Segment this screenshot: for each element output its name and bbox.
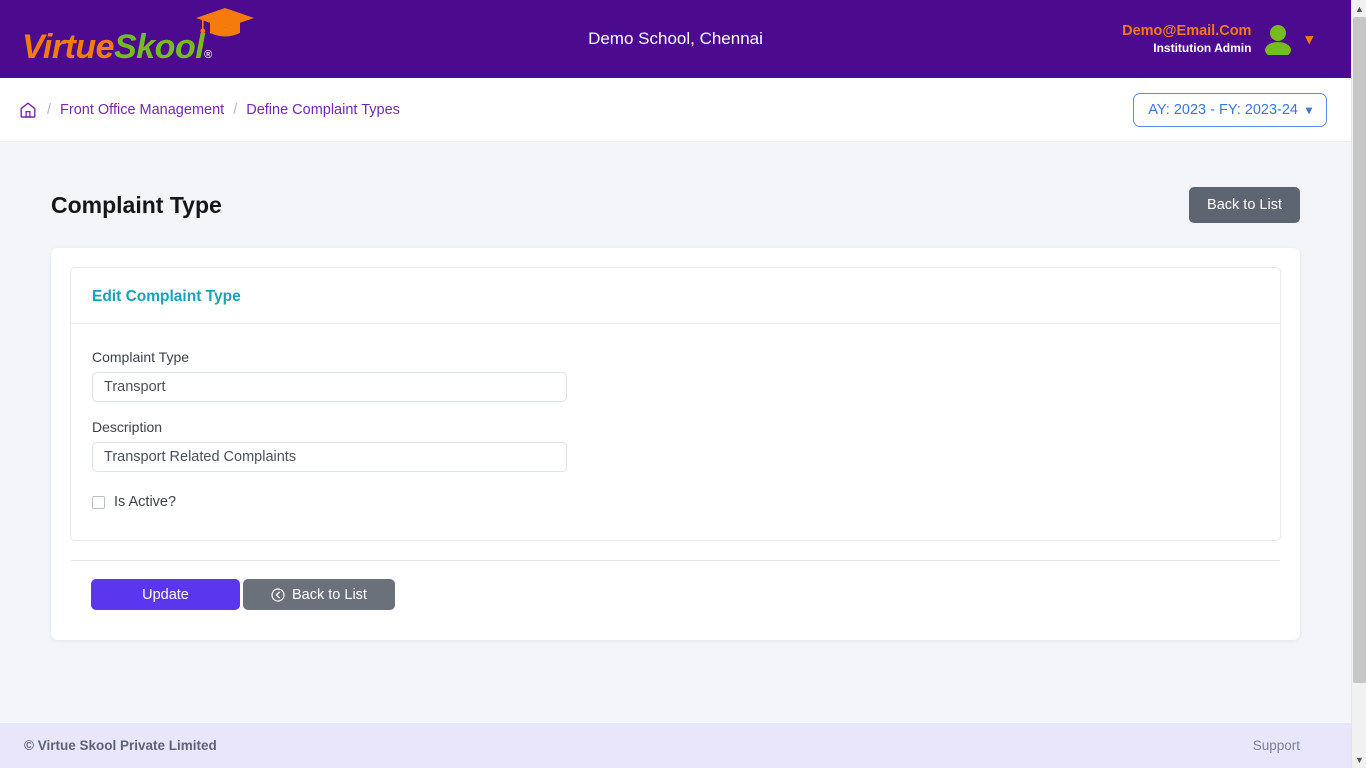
edit-complaint-type-panel: Edit Complaint Type Complaint Type Descr… — [70, 267, 1281, 541]
back-circle-arrow-icon — [271, 587, 285, 602]
is-active-label: Is Active? — [114, 494, 177, 510]
logo-text-virtue: Virtue — [22, 28, 115, 66]
breadcrumb-bar: / Front Office Management / Define Compl… — [0, 78, 1351, 142]
user-menu[interactable]: Demo@Email.Com Institution Admin ▾ — [1122, 0, 1313, 78]
user-meta: Demo@Email.Com Institution Admin — [1122, 22, 1251, 55]
back-to-list-button-top[interactable]: Back to List — [1189, 187, 1300, 223]
chevron-down-icon[interactable]: ▾ — [1305, 32, 1313, 47]
scrollbar-thumb[interactable] — [1353, 17, 1366, 683]
app-header: VirtueSkool® Demo School, Chennai Demo@E… — [0, 0, 1351, 78]
app-footer: © Virtue Skool Private Limited Support — [0, 723, 1351, 768]
page-scrollbar[interactable]: ▲ ▼ — [1351, 0, 1366, 768]
back-to-list-button-bottom[interactable]: Back to List — [243, 579, 395, 610]
app-logo[interactable]: VirtueSkool® — [22, 8, 254, 66]
panel-header: Edit Complaint Type — [71, 268, 1280, 324]
description-input[interactable] — [92, 442, 567, 472]
complaint-type-label: Complaint Type — [92, 349, 190, 365]
home-icon[interactable] — [18, 100, 38, 120]
browser-viewport: VirtueSkool® Demo School, Chennai Demo@E… — [0, 0, 1366, 768]
field-complaint-type: Complaint Type — [92, 349, 1259, 402]
panel-title: Edit Complaint Type — [92, 288, 241, 305]
breadcrumb-separator-1: / — [47, 101, 52, 118]
footer-copyright: © Virtue Skool Private Limited — [24, 738, 217, 753]
main-content: Complaint Type Back to List Edit Complai… — [0, 142, 1351, 723]
description-label: Description — [92, 419, 163, 435]
footer-support-link[interactable]: Support — [1253, 738, 1300, 753]
is-active-row: Is Active? — [92, 494, 1259, 510]
panel-body: Complaint Type Description Is Active? — [71, 324, 1280, 540]
chevron-down-icon: ▾ — [1305, 102, 1312, 117]
academic-year-label: AY: 2023 - FY: 2023-24 — [1148, 101, 1298, 118]
user-email: Demo@Email.Com — [1122, 23, 1252, 40]
academic-year-selector[interactable]: AY: 2023 - FY: 2023-24 ▾ — [1133, 92, 1327, 127]
breadcrumb-item-define-complaint-types[interactable]: Define Complaint Types — [246, 102, 400, 118]
logo-registered-mark: ® — [204, 49, 212, 61]
user-avatar-icon[interactable] — [1263, 23, 1293, 55]
field-description: Description — [92, 419, 1259, 472]
page-header: Complaint Type Back to List — [51, 142, 1300, 248]
graduation-cap-icon — [194, 6, 256, 45]
breadcrumb-separator-2: / — [233, 101, 238, 118]
app-page: VirtueSkool® Demo School, Chennai Demo@E… — [0, 0, 1351, 768]
form-actions: Update Back to List — [70, 579, 1281, 618]
is-active-checkbox[interactable] — [92, 495, 105, 509]
back-to-list-bottom-label: Back to List — [292, 586, 367, 603]
scroll-up-arrow-icon[interactable]: ▲ — [1352, 0, 1366, 17]
breadcrumb-item-front-office-management[interactable]: Front Office Management — [60, 102, 224, 118]
scroll-down-arrow-icon[interactable]: ▼ — [1352, 751, 1366, 768]
user-role: Institution Admin — [1153, 40, 1252, 55]
complaint-type-input[interactable] — [92, 372, 567, 402]
page-title: Complaint Type — [51, 191, 222, 218]
logo-text-skool: Skool — [114, 28, 205, 66]
form-divider — [71, 560, 1280, 561]
breadcrumb: / Front Office Management / Define Compl… — [18, 100, 400, 120]
update-button[interactable]: Update — [91, 579, 240, 610]
form-card: Edit Complaint Type Complaint Type Descr… — [51, 248, 1300, 640]
